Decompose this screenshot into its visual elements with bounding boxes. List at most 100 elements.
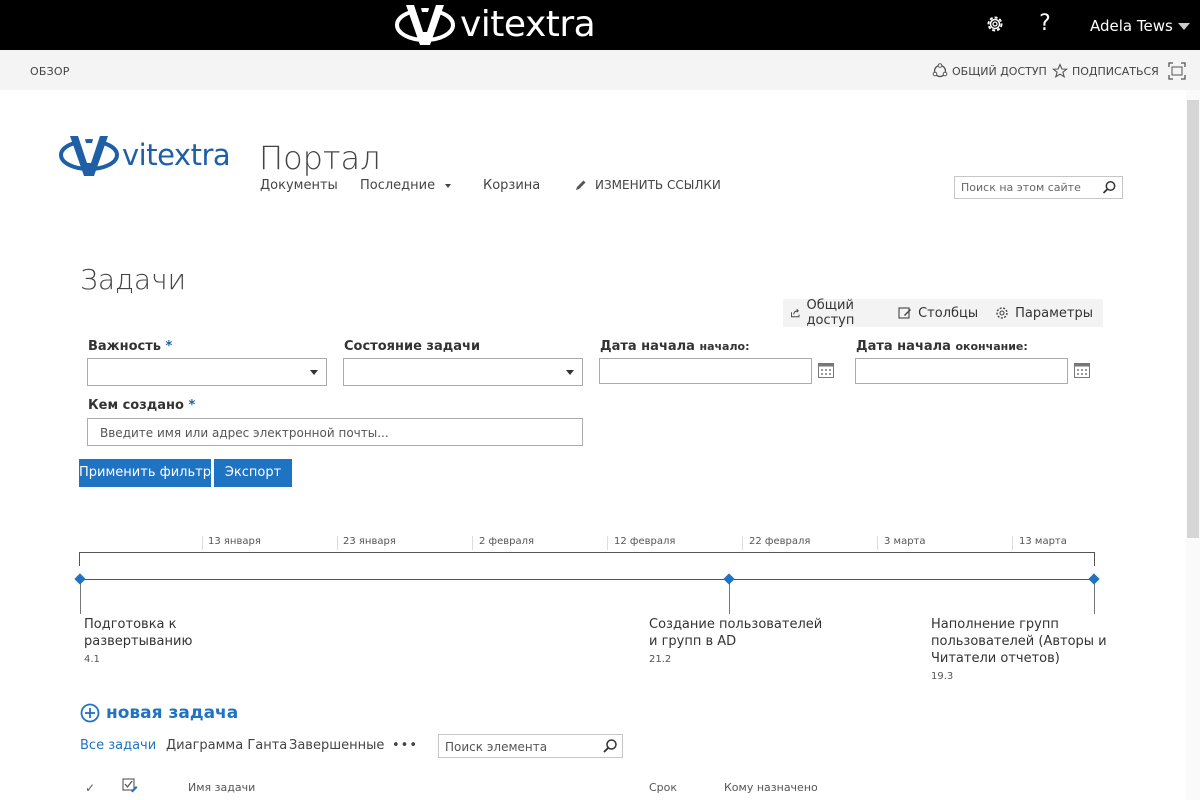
- timeline-range-bracket: [79, 552, 1095, 566]
- calendar-icon[interactable]: [1074, 362, 1090, 378]
- chevron-down-icon: [566, 370, 574, 375]
- timeline-tick-label: 23 января: [343, 536, 396, 547]
- milestone-diamond-icon[interactable]: [723, 573, 735, 585]
- toolbar-settings-label: Параметры: [1015, 305, 1093, 321]
- page-title: Задачи: [80, 263, 187, 296]
- vitextra-logo-icon: [395, 5, 455, 45]
- help-icon[interactable]: ?: [1036, 10, 1054, 38]
- suite-bar: vitextra ? Adela Tews: [0, 0, 1200, 50]
- timeline-milestone-title[interactable]: Создание пользователей и групп в AD: [649, 616, 822, 650]
- new-task-button[interactable]: новая задача: [80, 703, 238, 723]
- start-date-from-label-text: Дата начала: [600, 339, 695, 354]
- people-picker-input[interactable]: Введите имя или адрес электронной почты.…: [87, 418, 583, 446]
- timeline-tick-mark: [472, 536, 473, 550]
- timeline-tick-mark: [1012, 536, 1013, 550]
- milestone-title-line: Читатели отчетов): [931, 651, 1060, 666]
- edit-links-button[interactable]: ИЗМЕНИТЬ ССЫЛКИ: [575, 178, 721, 192]
- ribbon: ОБЗОР ОБЩИЙ ДОСТУП ПОДПИСАТЬСЯ: [0, 50, 1200, 90]
- milestone-diamond-icon[interactable]: [1088, 573, 1100, 585]
- new-task-label: новая задача: [106, 703, 239, 723]
- milestone-title-line: пользователей (Авторы и: [931, 634, 1107, 649]
- edit-columns-icon: [898, 307, 912, 319]
- gear-icon[interactable]: [984, 13, 1006, 35]
- chevron-down-icon: [310, 370, 318, 375]
- nav-documents[interactable]: Документы: [260, 178, 338, 193]
- toolbar-columns-label: Столбцы: [918, 305, 979, 321]
- milestone-title-line: Подготовка к: [84, 617, 177, 632]
- select-all-checkmark[interactable]: ✓: [85, 781, 95, 795]
- focus-mode-icon[interactable]: [1168, 62, 1186, 80]
- site-title[interactable]: Портал: [259, 138, 381, 178]
- column-assigned-to[interactable]: Кому назначено: [724, 781, 818, 795]
- timeline-tick-label: 12 февраля: [614, 536, 676, 547]
- timeline-milestone-date: 19.3: [931, 671, 954, 682]
- importance-label-text: Важность: [88, 339, 161, 354]
- toolbar-columns-button[interactable]: Столбцы: [898, 306, 978, 321]
- timeline-milestone-title[interactable]: Наполнение групп пользователей (Авторы и…: [931, 616, 1107, 667]
- milestone-diamond-icon[interactable]: [74, 573, 86, 585]
- site-search-placeholder: Поиск на этом сайте: [961, 181, 1081, 194]
- timeline-milestone-date: 21.2: [649, 654, 672, 665]
- user-name[interactable]: Adela Tews: [1090, 16, 1173, 36]
- share-icon: [932, 63, 948, 78]
- timeline-tick-label: 3 марта: [884, 536, 926, 547]
- pencil-icon: [576, 180, 586, 190]
- start-date-from-label: Дата начала начало:: [600, 338, 749, 356]
- milestone-title-line: Создание пользователей: [649, 617, 823, 632]
- plus-circle-icon: [80, 703, 100, 723]
- site-search-input[interactable]: Поиск на этом сайте: [954, 176, 1123, 199]
- toolbar-share-button[interactable]: Общий доступ: [790, 298, 881, 328]
- start-date-to-sublabel: окончание:: [955, 340, 1028, 353]
- importance-select[interactable]: [87, 358, 327, 386]
- nav-recycle-bin[interactable]: Корзина: [483, 178, 540, 193]
- follow-button[interactable]: ПОДПИСАТЬСЯ: [1052, 63, 1159, 79]
- task-state-label: Состояние задачи: [344, 339, 481, 354]
- brand-logo[interactable]: vitextra: [394, 2, 596, 48]
- start-date-from-input[interactable]: [599, 358, 812, 384]
- importance-label: Важность *: [88, 338, 172, 356]
- timeline-milestone-title[interactable]: Подготовка к развертыванию: [84, 616, 192, 650]
- timeline-milestone-connector: [80, 580, 81, 614]
- export-button[interactable]: Экспорт: [214, 459, 292, 487]
- timeline-tick-label: 22 февраля: [749, 536, 811, 547]
- milestone-title-line: развертыванию: [84, 634, 193, 649]
- timeline-milestone-connector: [1094, 580, 1095, 614]
- vitextra-logo-icon: [59, 136, 119, 176]
- timeline-tick-mark: [877, 536, 878, 550]
- start-date-to-label-text: Дата начала: [856, 339, 951, 354]
- gear-icon: [996, 307, 1008, 319]
- scrollbar-thumb[interactable]: [1187, 100, 1199, 538]
- timeline-milestone-date: 4.1: [84, 654, 100, 665]
- chevron-down-icon[interactable]: [1178, 23, 1190, 30]
- start-date-from-sublabel: начало:: [699, 340, 750, 353]
- calendar-icon[interactable]: [818, 362, 834, 378]
- view-completed[interactable]: Завершенные: [289, 738, 384, 754]
- task-state-select[interactable]: [343, 358, 583, 386]
- search-icon[interactable]: [602, 738, 618, 754]
- browse-tab[interactable]: ОБЗОР: [30, 65, 70, 78]
- share-button[interactable]: ОБЩИЙ ДОСТУП: [932, 63, 1047, 79]
- more-views-icon[interactable]: •••: [392, 738, 418, 753]
- start-date-to-input[interactable]: [855, 358, 1068, 384]
- timeline-tick-label: 2 февраля: [479, 536, 535, 547]
- timeline-tick-label: 13 марта: [1019, 536, 1067, 547]
- chevron-down-icon[interactable]: [445, 184, 451, 188]
- required-mark: *: [188, 398, 196, 413]
- brand-text: vitextra: [460, 4, 596, 45]
- start-date-to-label: Дата начала окончание:: [856, 338, 1028, 356]
- timeline-tick-mark: [202, 536, 203, 550]
- edit-task-icon[interactable]: [122, 778, 138, 794]
- toolbar-share-label: Общий доступ: [806, 298, 855, 328]
- follow-label: ПОДПИСАТЬСЯ: [1072, 64, 1159, 78]
- view-all-tasks[interactable]: Все задачи: [80, 738, 156, 754]
- view-gantt[interactable]: Диаграмма Ганта: [166, 738, 287, 754]
- list-search-input[interactable]: Поиск элемента: [438, 734, 623, 758]
- list-search-placeholder: Поиск элемента: [445, 740, 548, 754]
- column-task-name[interactable]: Имя задачи: [188, 781, 255, 795]
- site-logo[interactable]: vitextra: [58, 131, 231, 179]
- toolbar-settings-button[interactable]: Параметры: [995, 306, 1093, 321]
- search-icon[interactable]: [1102, 180, 1117, 195]
- apply-filter-button[interactable]: Применить фильтр: [79, 459, 211, 487]
- nav-recent[interactable]: Последние: [360, 178, 435, 193]
- column-due-date[interactable]: Срок: [649, 781, 677, 795]
